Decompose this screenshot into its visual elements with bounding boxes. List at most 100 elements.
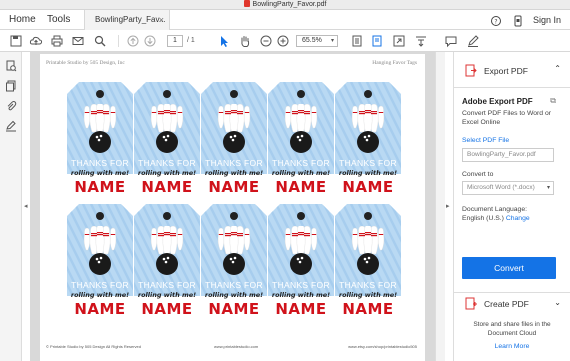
page-number-input[interactable]: 1 [167,35,183,47]
window-titlebar: BowlingParty_Favor.pdf [0,0,570,10]
cloud-upload-icon[interactable] [29,34,43,48]
bowling-pins-icon [351,104,385,153]
bowling-pins-icon [83,104,117,153]
zoom-level-select[interactable]: 65.5% ▾ [296,35,338,47]
tab-document[interactable]: BowlingParty_Fav... × [84,10,170,30]
tag-rolling-text: rolling with me! [137,291,197,299]
document-viewport[interactable]: Printable Studio by 505 Design, Inc Hang… [30,52,435,361]
scroll-mode-icon[interactable] [370,34,384,48]
left-navigation-rail [0,52,22,361]
tag-rolling-text: rolling with me! [204,291,264,299]
chevron-down-icon: ▾ [330,38,334,44]
vertical-scrollbar[interactable] [435,52,445,361]
tab-home[interactable]: Home [9,10,36,30]
select-pdf-file-link[interactable]: Select PDF File [462,137,509,144]
comment-icon[interactable] [444,34,458,48]
sign-in-button[interactable]: Sign In [533,10,561,30]
tag-hole [297,90,305,98]
create-pdf-icon [465,297,477,310]
email-icon[interactable] [71,34,85,48]
pdf-file-field[interactable]: BowlingParty_Favor.pdf [462,148,554,162]
zoom-in-icon[interactable] [276,34,290,48]
sign-pen-icon[interactable] [466,34,480,48]
convert-button[interactable]: Convert [462,257,556,279]
print-icon[interactable] [50,34,64,48]
tag-name-text: NAME [74,178,126,196]
tag-thanks-text: THANKS FOR [71,280,129,290]
copy-icon[interactable]: ⧉ [550,96,556,106]
window-title: BowlingParty_Favor.pdf [0,0,570,10]
tag-thanks-text: THANKS FOR [205,280,263,290]
svg-text:?: ? [494,19,497,26]
signature-panel-icon[interactable] [5,120,17,132]
help-icon[interactable]: ? [490,14,502,26]
favor-tag: THANKS FOR rolling with me! NAME [67,82,133,202]
tag-rolling-text: rolling with me! [137,169,197,177]
tab-tools[interactable]: Tools [47,10,70,30]
document-language-label: Document Language: [462,206,527,213]
search-icon[interactable] [93,34,107,48]
export-pdf-label: Export PDF [484,66,528,76]
select-cursor-icon[interactable] [217,34,231,48]
bowling-pins-icon [284,104,318,153]
full-screen-icon[interactable] [392,34,406,48]
bowling-pins-icon [150,226,184,275]
bowling-pins-icon [217,104,251,153]
document-cloud-text: Store and share files in the Document Cl… [473,321,551,337]
change-language-link[interactable]: Change [506,215,530,222]
next-page-icon[interactable] [143,34,157,48]
chevron-down-icon[interactable]: ⌄ [554,298,561,307]
page-total: / 1 [187,37,195,44]
tag-name-text: NAME [208,300,260,318]
favor-tag: THANKS FOR rolling with me! NAME [134,82,200,202]
collapse-right-panel-icon[interactable]: ▸ [446,202,450,210]
save-icon[interactable] [9,34,23,48]
bookmarks-icon[interactable] [5,80,17,92]
bowling-pins-icon [284,226,318,275]
collapse-left-panel-icon[interactable]: ◂ [24,202,28,210]
create-pdf-label: Create PDF [484,299,529,309]
fit-page-icon[interactable] [350,34,364,48]
tag-name-text: NAME [342,300,394,318]
format-select[interactable]: Microsoft Word (*.docx) ▾ [462,181,554,195]
favor-tag: THANKS FOR rolling with me! NAME [268,204,334,324]
export-title: Adobe Export PDF [462,97,533,106]
tag-thanks-text: THANKS FOR [339,158,397,168]
read-mode-icon[interactable] [414,34,428,48]
tag-rolling-text: rolling with me! [70,291,130,299]
chevron-up-icon[interactable]: ⌃ [554,64,561,73]
previous-page-icon[interactable] [126,34,140,48]
page-footer-center: www.printablestudio.com [214,344,259,349]
tab-document-label: BowlingParty_Fav... [95,15,166,24]
tag-thanks-text: THANKS FOR [138,158,196,168]
chevron-down-icon: ▾ [546,185,550,191]
page-thumbnails-icon[interactable] [5,60,17,72]
hand-tool-icon[interactable] [238,34,252,48]
tag-thanks-text: THANKS FOR [339,280,397,290]
tag-hole [230,90,238,98]
tag-name-text: NAME [275,300,327,318]
bowling-pins-icon [83,226,117,275]
page-header-right: Hanging Favor Tags [372,60,417,66]
tag-hole [230,212,238,220]
tag-name-text: NAME [275,178,327,196]
export-pdf-header[interactable]: Export PDF ⌃ [454,52,570,88]
pdf-file-icon [243,0,250,7]
tag-thanks-text: THANKS FOR [272,280,330,290]
tag-name-text: NAME [74,300,126,318]
page-footer-right: www.etsy.com/shop/printablestudio505 [348,344,417,349]
attachment-icon[interactable] [5,100,17,112]
close-tab-icon[interactable]: × [159,10,164,30]
tag-name-text: NAME [342,178,394,196]
page-header-left: Printable Studio by 505 Design, Inc [46,60,125,66]
zoom-out-icon[interactable] [259,34,273,48]
export-pdf-icon [465,64,477,77]
tag-rolling-text: rolling with me! [338,169,398,177]
format-select-value: Microsoft Word (*.docx) [467,184,535,191]
mobile-link-icon[interactable] [512,14,524,27]
learn-more-link[interactable]: Learn More [462,343,562,350]
tag-name-text: NAME [141,300,193,318]
tag-thanks-text: THANKS FOR [71,158,129,168]
create-pdf-header[interactable]: Create PDF ⌄ [454,292,570,314]
tag-rolling-text: rolling with me! [338,291,398,299]
